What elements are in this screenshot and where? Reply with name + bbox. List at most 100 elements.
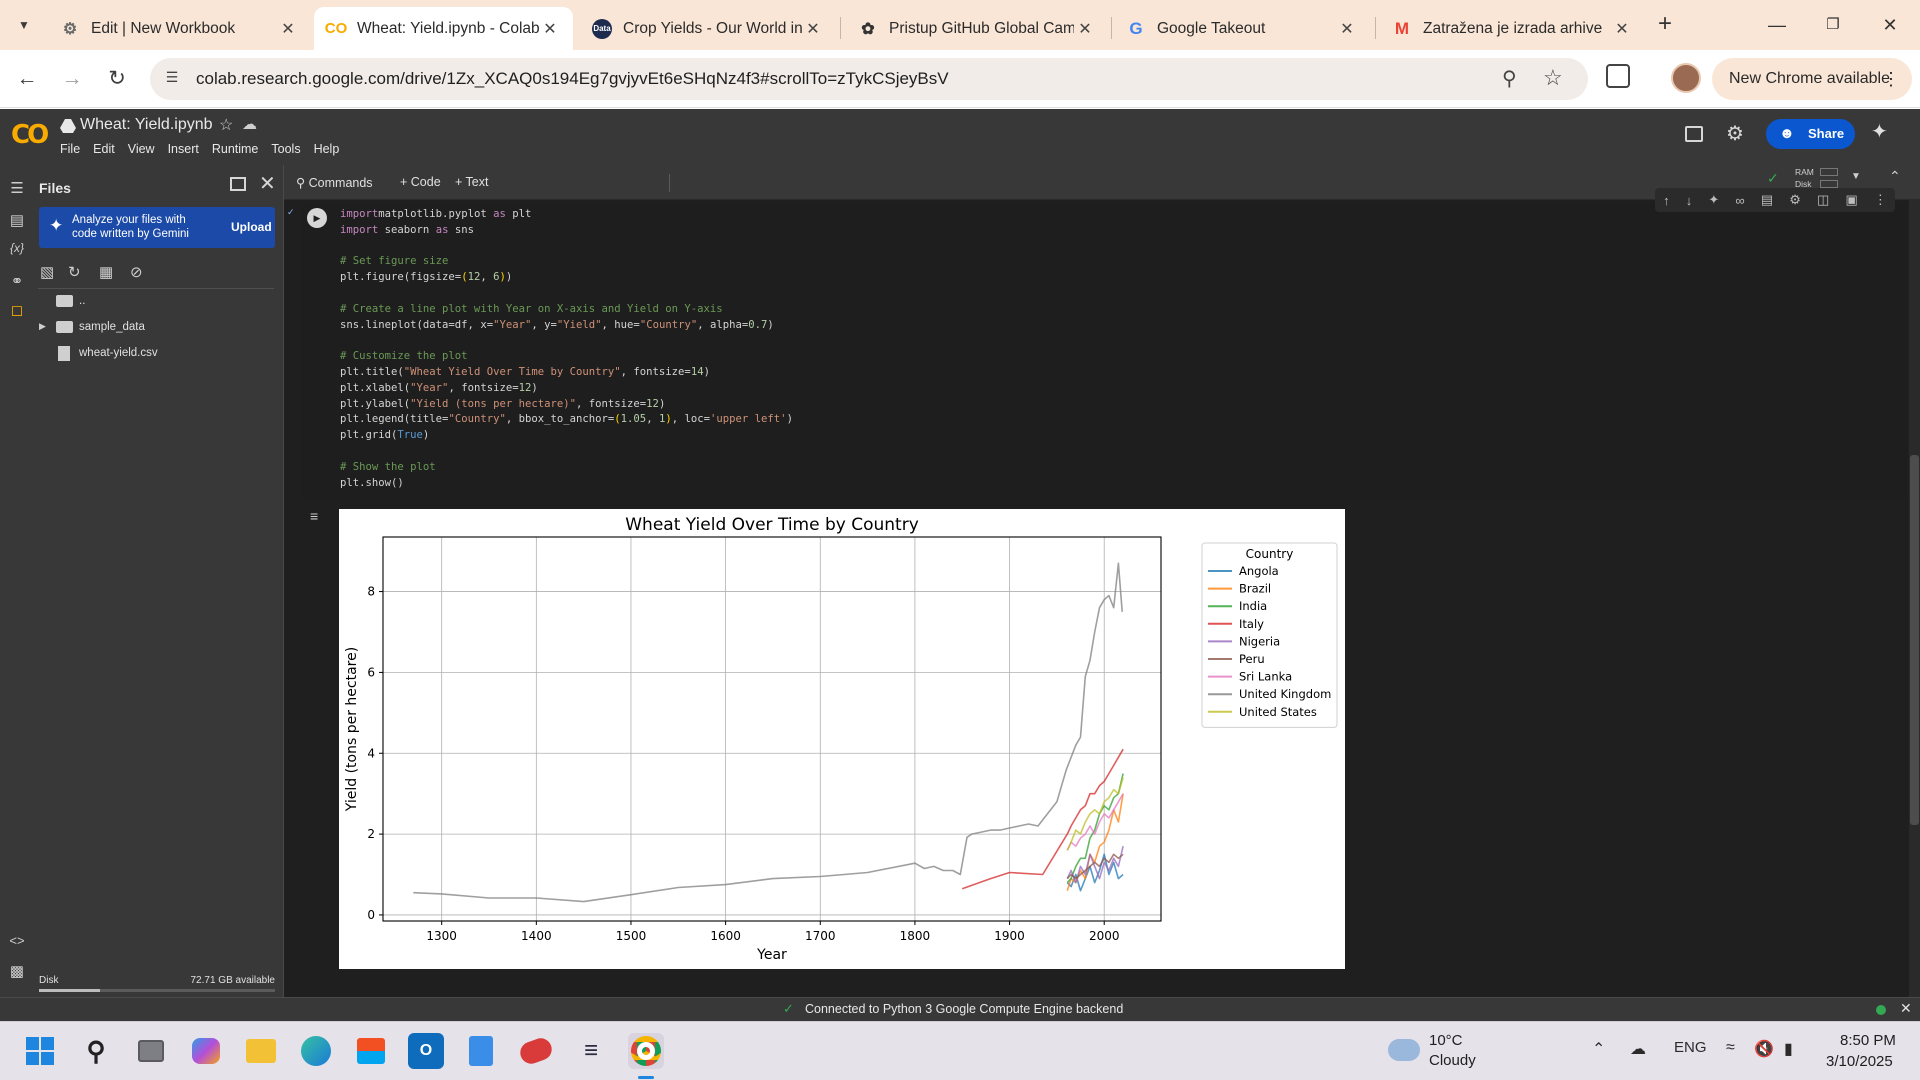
gemini-cell-icon[interactable]: ✦ xyxy=(1708,192,1719,208)
close-icon[interactable]: ✕ xyxy=(539,19,561,39)
chevron-right-icon[interactable]: ▶ xyxy=(39,321,46,332)
store-icon[interactable] xyxy=(353,1033,389,1069)
chrome-icon[interactable] xyxy=(628,1033,664,1069)
wifi-icon[interactable]: ≈ xyxy=(1726,1039,1735,1057)
tab-gmail[interactable]: M Zatražena je izrada arhive ✕ xyxy=(1380,7,1645,50)
close-icon[interactable]: ✕ xyxy=(1611,19,1633,39)
variables-icon[interactable]: {x} xyxy=(7,241,27,255)
close-icon[interactable]: ✕ xyxy=(259,171,276,196)
close-icon[interactable]: ✕ xyxy=(802,19,824,39)
tree-item-wheat-yield-csv[interactable]: wheat-yield.csv xyxy=(33,343,273,365)
close-icon[interactable]: ✕ xyxy=(1900,1000,1912,1017)
code-snippets-icon[interactable]: <> xyxy=(7,933,27,948)
close-icon[interactable]: ✕ xyxy=(1336,19,1358,39)
notebook-title[interactable]: Wheat: Yield.ipynb xyxy=(80,116,213,134)
hide-files-icon[interactable]: ⊘ xyxy=(130,263,143,281)
zoom-icon[interactable]: ⚲ xyxy=(1502,66,1517,91)
cloud-weather-icon[interactable] xyxy=(1388,1039,1420,1061)
comment-icon[interactable] xyxy=(1685,126,1703,142)
chevron-down-icon[interactable]: ▼ xyxy=(1851,171,1861,182)
chevron-up-icon[interactable]: ⌃ xyxy=(1592,1039,1605,1059)
outlook-icon[interactable]: O xyxy=(408,1033,444,1069)
forward-button[interactable]: → xyxy=(57,64,87,94)
menu-insert[interactable]: Insert xyxy=(168,142,199,156)
kebab-menu-icon[interactable]: ⋮ xyxy=(1874,192,1887,208)
mirror-cell-icon[interactable]: ◫ xyxy=(1817,192,1829,208)
copilot-icon[interactable] xyxy=(188,1033,224,1069)
bookmark-star-icon[interactable]: ☆ xyxy=(1543,65,1563,91)
tab-crop-yields[interactable]: Data Crop Yields - Our World in ✕ xyxy=(580,7,836,50)
new-tab-button[interactable]: + xyxy=(1651,11,1679,39)
app-icon[interactable] xyxy=(517,1033,555,1069)
site-info-icon[interactable]: ☰ xyxy=(162,69,182,89)
status-text[interactable]: Connected to Python 3 Google Compute Eng… xyxy=(805,1002,1123,1016)
upload-button[interactable]: Upload xyxy=(231,220,272,234)
tab-github[interactable]: ✿ Pristup GitHub Global Cam ✕ xyxy=(846,7,1108,50)
url-text[interactable]: colab.research.google.com/drive/1Zx_XCAQ… xyxy=(196,69,949,89)
clock-time[interactable]: 8:50 PM xyxy=(1840,1032,1896,1049)
colab-logo[interactable]: CO xyxy=(11,120,49,150)
share-button[interactable]: ☻ Share xyxy=(1766,119,1855,149)
add-text-button[interactable]: + Text xyxy=(455,175,488,189)
tray-app-icon[interactable]: ☁ xyxy=(1630,1039,1646,1059)
table-of-contents-icon[interactable]: ☰ xyxy=(7,179,27,197)
search-icon[interactable]: ⚲ xyxy=(78,1033,114,1069)
gemini-icon[interactable]: ✦ xyxy=(1871,119,1888,144)
minimize-button[interactable]: — xyxy=(1757,10,1797,40)
menu-view[interactable]: View xyxy=(128,142,155,156)
files-folder-icon[interactable]: ◻ xyxy=(7,301,27,319)
tab-search-button[interactable]: ▼ xyxy=(10,12,38,38)
language-indicator[interactable]: ENG xyxy=(1674,1039,1707,1056)
menu-tools[interactable]: Tools xyxy=(271,142,300,156)
delete-icon[interactable]: ▣ xyxy=(1845,192,1857,208)
settings-gear-icon[interactable]: ⚙ xyxy=(1726,121,1744,146)
tree-item-sample-data[interactable]: ▶ sample_data xyxy=(33,317,273,339)
upload-file-icon[interactable]: ▧ xyxy=(40,263,54,281)
comment-icon[interactable]: ▤ xyxy=(1761,192,1773,208)
settings-gear-icon[interactable]: ⚙ xyxy=(1789,192,1801,208)
search-notebook-icon[interactable]: ▤ xyxy=(7,211,27,229)
terminal-icon[interactable]: ▩ xyxy=(7,962,27,980)
address-bar[interactable]: ☰ colab.research.google.com/drive/1Zx_XC… xyxy=(150,58,1588,100)
close-icon[interactable]: ✕ xyxy=(277,19,299,39)
menu-help[interactable]: Help xyxy=(314,142,340,156)
task-view-icon[interactable] xyxy=(133,1033,169,1069)
close-icon[interactable]: ✕ xyxy=(1074,19,1096,39)
move-down-icon[interactable]: ↓ xyxy=(1686,193,1693,208)
move-up-icon[interactable]: ↑ xyxy=(1663,193,1670,208)
file-explorer-icon[interactable] xyxy=(243,1033,279,1069)
commands-button[interactable]: ⚲ Commands xyxy=(296,175,373,190)
run-cell-button[interactable]: ▶ xyxy=(307,208,327,228)
popout-icon[interactable] xyxy=(230,177,246,191)
menu-file[interactable]: File xyxy=(60,142,80,156)
secrets-key-icon[interactable]: ⚭ xyxy=(7,272,27,290)
weather-temp[interactable]: 10°C xyxy=(1429,1032,1463,1049)
start-icon[interactable] xyxy=(22,1033,58,1069)
edge-icon[interactable] xyxy=(298,1033,334,1069)
weather-condition[interactable]: Cloudy xyxy=(1429,1052,1476,1069)
gemini-banner[interactable]: ✦ Analyze your files with code written b… xyxy=(39,207,275,248)
mount-drive-icon[interactable]: ▦ xyxy=(99,263,113,281)
scrollbar-thumb[interactable] xyxy=(1910,455,1919,825)
extensions-icon[interactable] xyxy=(1606,64,1630,88)
back-button[interactable]: ← xyxy=(12,64,42,94)
new-chrome-button[interactable]: New Chrome available ⋮ xyxy=(1712,58,1912,100)
menu-edit[interactable]: Edit xyxy=(93,142,115,156)
star-icon[interactable]: ☆ xyxy=(219,115,233,135)
notepad-icon[interactable] xyxy=(463,1033,499,1069)
tab-google-takeout[interactable]: G Google Takeout ✕ xyxy=(1114,7,1370,50)
app-icon[interactable]: ≡ xyxy=(573,1033,609,1069)
battery-icon[interactable]: ▮ xyxy=(1784,1039,1793,1059)
output-actions-icon[interactable]: ≡ xyxy=(310,508,318,524)
add-code-button[interactable]: + Code xyxy=(400,175,441,189)
refresh-icon[interactable]: ↻ xyxy=(68,263,81,281)
chevron-up-icon[interactable]: ⌃ xyxy=(1889,168,1901,185)
tab-colab[interactable]: CO Wheat: Yield.ipynb - Colab ✕ xyxy=(314,7,573,50)
reload-button[interactable]: ↻ xyxy=(102,64,132,94)
code-editor[interactable]: importmatplotlib.pyplot as plt import sea… xyxy=(340,207,793,491)
tree-item-parent[interactable]: .. xyxy=(33,291,273,313)
ram-disk-indicator[interactable]: RAM Disk xyxy=(1795,166,1814,190)
tab-edit-workbook[interactable]: ⚙ Edit | New Workbook ✕ xyxy=(48,7,311,50)
avatar[interactable] xyxy=(1671,63,1701,93)
close-window-button[interactable]: ✕ xyxy=(1870,10,1910,40)
